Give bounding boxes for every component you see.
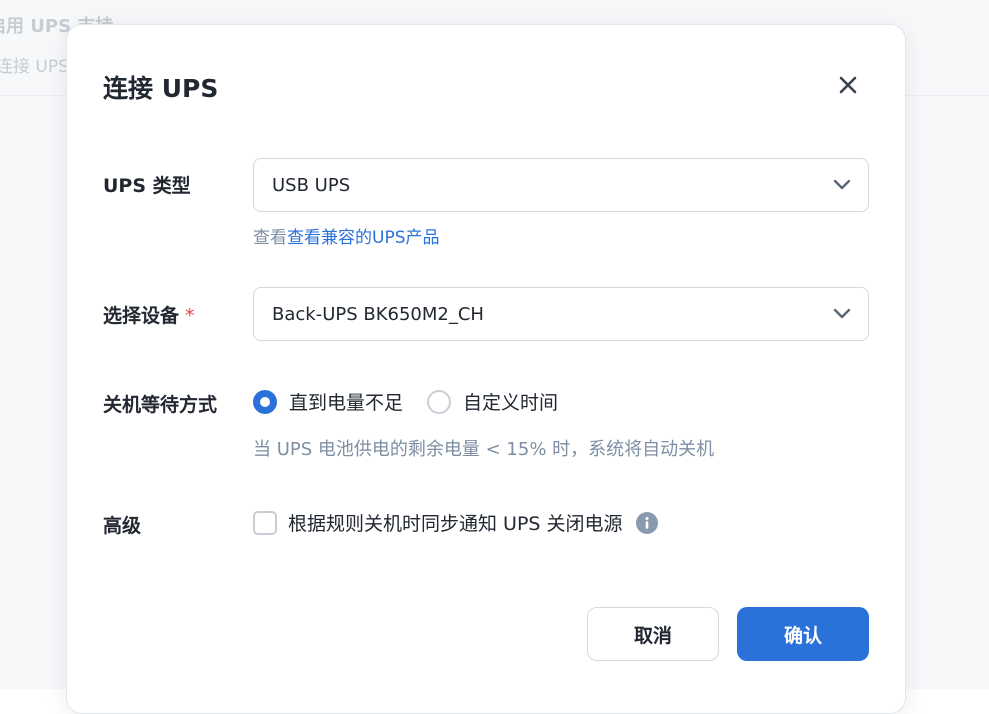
- compatible-link-line: 查看查看兼容的UPS产品: [253, 223, 440, 248]
- compatible-link-prefix: 查看: [253, 228, 287, 248]
- ups-type-select[interactable]: USB UPS: [253, 158, 869, 212]
- shutdown-hint: 当 UPS 电池供电的剩余电量 < 15% 时，系统将自动关机: [253, 439, 715, 460]
- radio-label-custom-time: 自定义时间: [463, 392, 559, 414]
- device-value: Back-UPS BK650M2_CH: [272, 303, 484, 325]
- shutdown-wait-radio-group: 直到电量不足 自定义时间: [253, 388, 582, 415]
- close-button[interactable]: [831, 68, 865, 102]
- radio-option-low-battery[interactable]: 直到电量不足: [253, 388, 403, 415]
- confirm-button[interactable]: 确认: [737, 607, 869, 661]
- device-label: 选择设备 *: [103, 301, 195, 328]
- background-subtitle: 连接 UPS: [0, 57, 69, 77]
- notify-ups-checkbox[interactable]: [253, 510, 277, 535]
- device-label-text: 选择设备: [103, 305, 180, 327]
- chevron-down-icon: [832, 304, 852, 324]
- required-mark: *: [185, 305, 195, 327]
- device-select[interactable]: Back-UPS BK650M2_CH: [253, 287, 869, 341]
- radio-checked[interactable]: [253, 389, 277, 414]
- chevron-down-icon: [832, 175, 852, 195]
- connect-ups-dialog: 连接 UPS UPS 类型 USB UPS 查看查看兼容的UPS产品 选择设备 *…: [66, 24, 906, 714]
- shutdown-wait-label: 关机等待方式: [103, 394, 218, 416]
- ups-type-label: UPS 类型: [103, 175, 191, 197]
- radio-label-low-battery: 直到电量不足: [289, 392, 404, 414]
- radio-option-custom-time[interactable]: 自定义时间: [427, 388, 558, 415]
- compatible-ups-link[interactable]: 查看兼容的UPS产品: [287, 228, 440, 248]
- dialog-title: 连接 UPS: [103, 74, 219, 103]
- ups-type-value: USB UPS: [272, 174, 351, 196]
- radio-dot: [260, 396, 270, 407]
- radio-unchecked[interactable]: [427, 389, 452, 414]
- advanced-label: 高级: [103, 515, 142, 537]
- close-icon: [839, 76, 857, 94]
- info-icon[interactable]: [635, 511, 658, 534]
- cancel-button[interactable]: 取消: [587, 607, 719, 661]
- advanced-checkbox-row: 根据规则关机时同步通知 UPS 关闭电源: [253, 509, 658, 536]
- notify-ups-label[interactable]: 根据规则关机时同步通知 UPS 关闭电源: [288, 509, 623, 536]
